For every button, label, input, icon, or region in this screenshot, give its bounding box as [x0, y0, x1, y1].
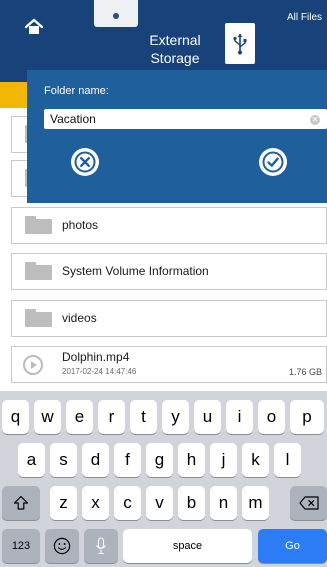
backspace-key[interactable] — [290, 486, 327, 520]
storage-device-icon[interactable] — [94, 0, 138, 27]
file-date: 2017-02-24 14:47:46 — [62, 367, 137, 376]
folder-name: videos — [62, 311, 97, 325]
key-s[interactable]: s — [50, 443, 77, 477]
key-m[interactable]: m — [242, 486, 269, 520]
emoji-icon — [53, 537, 71, 555]
emoji-key[interactable] — [45, 529, 79, 563]
backspace-icon — [298, 496, 319, 510]
cancel-icon — [74, 151, 96, 173]
folder-item-system-volume-information[interactable]: System Volume Information — [11, 253, 327, 290]
cancel-button[interactable] — [71, 148, 99, 176]
keyboard: q w e r t y u i o p a s d f g h j k l z … — [0, 391, 327, 567]
confirm-icon — [262, 151, 284, 173]
folder-name: System Volume Information — [62, 264, 209, 278]
folder-name-input[interactable] — [44, 109, 327, 129]
key-a[interactable]: a — [18, 443, 45, 477]
shift-icon — [13, 495, 29, 510]
folder-item-videos[interactable]: videos — [11, 300, 327, 337]
usb-icon — [233, 34, 247, 55]
numbers-key[interactable]: 123 — [2, 529, 40, 563]
key-h[interactable]: h — [178, 443, 205, 477]
file-item-dolphin[interactable]: Dolphin.mp4 2017-02-24 14:47:46 1.76 GB — [11, 346, 327, 383]
shift-key[interactable] — [2, 486, 40, 520]
key-v[interactable]: v — [146, 486, 173, 520]
key-j[interactable]: j — [210, 443, 237, 477]
key-y[interactable]: y — [162, 400, 189, 434]
file-size: 1.76 GB — [288, 367, 322, 377]
keyboard-row-4: 123 space Go — [0, 529, 327, 563]
key-u[interactable]: u — [194, 400, 221, 434]
folder-icon — [25, 309, 52, 327]
key-g[interactable]: g — [146, 443, 173, 477]
key-d[interactable]: d — [82, 443, 109, 477]
space-key[interactable]: space — [123, 529, 252, 563]
key-q[interactable]: q — [2, 400, 29, 434]
go-key[interactable]: Go — [258, 529, 327, 563]
key-o[interactable]: o — [258, 400, 285, 434]
key-e[interactable]: e — [66, 400, 93, 434]
usb-button[interactable] — [225, 23, 255, 64]
keyboard-row-2: a s d f g h j k l — [0, 443, 327, 477]
folder-name: photos — [62, 218, 99, 232]
clear-text-icon[interactable]: ✕ — [310, 115, 320, 125]
all-files-tab[interactable]: All Files — [287, 12, 322, 23]
key-k[interactable]: k — [242, 443, 269, 477]
folder-icon — [25, 262, 52, 280]
key-r[interactable]: r — [98, 400, 125, 434]
key-l[interactable]: l — [274, 443, 301, 477]
key-i[interactable]: i — [226, 400, 253, 434]
keyboard-row-1: q w e r t y u i o p — [0, 400, 327, 434]
microphone-icon — [96, 537, 106, 555]
key-w[interactable]: w — [34, 400, 61, 434]
file-name: Dolphin.mp4 — [62, 350, 130, 364]
key-n[interactable]: n — [210, 486, 237, 520]
key-p[interactable]: p — [290, 400, 324, 434]
home-icon[interactable] — [24, 17, 44, 37]
key-t[interactable]: t — [130, 400, 157, 434]
keyboard-row-3: z x c v b n m — [0, 486, 327, 520]
folder-item-photos[interactable]: photos — [11, 207, 327, 244]
confirm-button[interactable] — [259, 148, 287, 176]
dialog-title: Folder name: — [44, 85, 109, 97]
key-c[interactable]: c — [114, 486, 141, 520]
new-folder-dialog: Folder name: ✕ — [27, 70, 327, 203]
video-play-icon — [23, 355, 43, 375]
storage-label: External Storage — [149, 32, 201, 66]
key-x[interactable]: x — [82, 486, 109, 520]
key-b[interactable]: b — [178, 486, 205, 520]
key-z[interactable]: z — [50, 486, 77, 520]
key-f[interactable]: f — [114, 443, 141, 477]
folder-icon — [25, 216, 52, 234]
dictation-key[interactable] — [84, 529, 118, 563]
